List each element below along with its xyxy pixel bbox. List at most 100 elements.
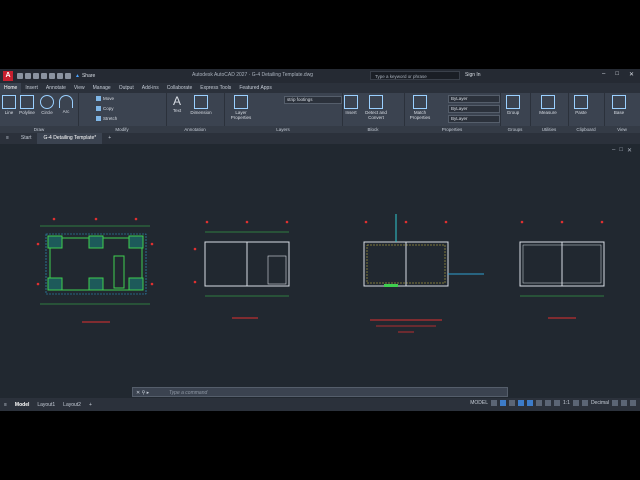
tab-add-ins[interactable]: Add-ins [138, 83, 163, 93]
detect-convert-button[interactable]: Detect and Convert [362, 95, 390, 120]
stretch-button[interactable]: Stretch [96, 116, 117, 121]
drawing-canvas[interactable]: – □ ✕ [0, 144, 640, 398]
polyline-button[interactable]: Polyline [18, 95, 36, 115]
minimize-viewport-icon[interactable]: – [612, 147, 615, 154]
maximize-icon[interactable]: □ [615, 71, 619, 78]
layer-properties-label: Layer Properties [230, 110, 252, 120]
save-icon[interactable] [33, 73, 39, 79]
panel-label-draw[interactable]: Draw [0, 126, 78, 133]
close-icon[interactable]: ✕ [629, 71, 634, 78]
command-line[interactable]: ✕ ⚲ ▸ Type a command [132, 387, 508, 397]
tab-insert[interactable]: Insert [21, 83, 42, 93]
tab-manage[interactable]: Manage [89, 83, 115, 93]
title-bar: A ▲ Share Autodesk AutoCAD 2027 · G-4 Det… [0, 69, 640, 83]
minimize-icon[interactable]: – [602, 71, 605, 78]
panel-label-annotation[interactable]: Annotation [166, 126, 224, 133]
add-layout-icon[interactable]: + [85, 402, 96, 408]
open-icon[interactable] [25, 73, 31, 79]
text-label: Text [172, 108, 182, 113]
units-dropdown[interactable]: Decimal [591, 400, 609, 406]
fullscreen-icon[interactable] [621, 400, 627, 406]
panel-label-properties[interactable]: Properties [404, 126, 500, 133]
color-dropdown[interactable]: ByLayer [448, 95, 500, 103]
tab-home[interactable]: Home [0, 82, 22, 94]
move-button[interactable]: Move [96, 96, 114, 101]
tab-start[interactable]: Start [15, 133, 38, 144]
linetype-dropdown[interactable]: ByLayer [448, 105, 500, 113]
snap-icon[interactable] [499, 400, 506, 406]
measure-button[interactable]: Measure [534, 95, 562, 115]
sign-in-button[interactable]: Sign In [465, 72, 481, 78]
search-input[interactable]: Type a keyword or phrase [370, 71, 460, 80]
arc-button[interactable]: Arc [57, 95, 75, 114]
panel-modify: Move Copy Stretch Modify [78, 93, 167, 133]
group-button[interactable]: Group [504, 95, 522, 115]
polar-icon[interactable] [517, 400, 524, 406]
command-close-icon[interactable]: ✕ ⚲ ▸ [136, 388, 149, 398]
circle-button[interactable]: Circle [38, 95, 56, 115]
base-button[interactable]: Base [610, 95, 628, 115]
tab-annotate[interactable]: Annotate [42, 83, 70, 93]
redo-icon[interactable] [65, 73, 71, 79]
panel-label-groups[interactable]: Groups [500, 126, 530, 133]
floor-plan[interactable] [193, 220, 290, 319]
match-properties-button[interactable]: Match Properties [406, 95, 434, 120]
tab-layout2[interactable]: Layout2 [59, 402, 85, 408]
share-button[interactable]: ▲ Share [75, 73, 95, 79]
lineweight-icon[interactable] [535, 400, 542, 406]
gear-icon[interactable] [572, 400, 579, 406]
tab-collaborate[interactable]: Collaborate [163, 83, 197, 93]
panel-label-block[interactable]: Block [342, 126, 404, 133]
tab-output[interactable]: Output [115, 83, 138, 93]
new-icon[interactable] [17, 73, 23, 79]
copy-button[interactable]: Copy [96, 106, 114, 111]
beam-plan[interactable] [363, 214, 484, 333]
move-icon [96, 96, 101, 101]
ortho-icon[interactable] [508, 400, 515, 406]
close-viewport-icon[interactable]: ✕ [627, 147, 632, 154]
plus-icon[interactable] [581, 400, 588, 406]
grid-icon[interactable] [490, 400, 497, 406]
dimension-button[interactable]: Dimension [188, 95, 214, 115]
panel-label-modify[interactable]: Modify [78, 126, 166, 133]
text-button[interactable]: A Text [168, 95, 186, 113]
panel-label-clipboard[interactable]: Clipboard [568, 126, 604, 133]
autocad-logo-icon[interactable]: A [3, 71, 13, 81]
panel-label-utilities[interactable]: Utilities [530, 126, 568, 133]
detect-convert-label: Detect and Convert [365, 110, 387, 120]
panel-label-layers[interactable]: Layers [224, 126, 342, 133]
command-input[interactable]: Type a command [169, 388, 207, 398]
print-icon[interactable] [49, 73, 55, 79]
annotation-scale[interactable]: 1:1 [563, 400, 570, 406]
panel-label-view[interactable]: View [604, 126, 640, 133]
tab-active-drawing[interactable]: G-4 Detailing Template* [37, 133, 103, 144]
tab-view[interactable]: View [70, 83, 89, 93]
tab-featured-apps[interactable]: Featured Apps [235, 83, 276, 93]
line-button[interactable]: Line [0, 95, 18, 115]
base-icon [612, 95, 626, 109]
layout-menu-icon[interactable]: ≡ [0, 402, 11, 408]
tab-layout1[interactable]: Layout1 [33, 402, 59, 408]
undo-icon[interactable] [57, 73, 63, 79]
new-tab-icon[interactable]: + [102, 133, 117, 144]
customize-icon[interactable] [630, 400, 636, 406]
footing-plan[interactable] [36, 217, 154, 323]
insert-button[interactable]: Insert [342, 95, 360, 115]
paste-button[interactable]: Paste [572, 95, 590, 115]
osnap-icon[interactable] [526, 400, 533, 406]
lineweight-dropdown[interactable]: ByLayer [448, 115, 500, 123]
measure-icon [541, 95, 555, 109]
save-as-icon[interactable] [41, 73, 47, 79]
quick-properties-icon[interactable] [612, 400, 618, 406]
paste-label: Paste [575, 110, 587, 115]
roof-plan[interactable] [519, 220, 605, 319]
selection-cycling-icon[interactable] [553, 400, 560, 406]
model-space-label[interactable]: MODEL [470, 400, 488, 406]
transparency-icon[interactable] [544, 400, 551, 406]
layer-dropdown[interactable]: strip footings [284, 96, 342, 104]
tab-express-tools[interactable]: Express Tools [196, 83, 235, 93]
menu-icon[interactable]: ≡ [0, 133, 15, 144]
layer-properties-button[interactable]: Layer Properties [228, 95, 254, 120]
tab-model[interactable]: Model [11, 402, 33, 408]
restore-viewport-icon[interactable]: □ [619, 147, 623, 154]
